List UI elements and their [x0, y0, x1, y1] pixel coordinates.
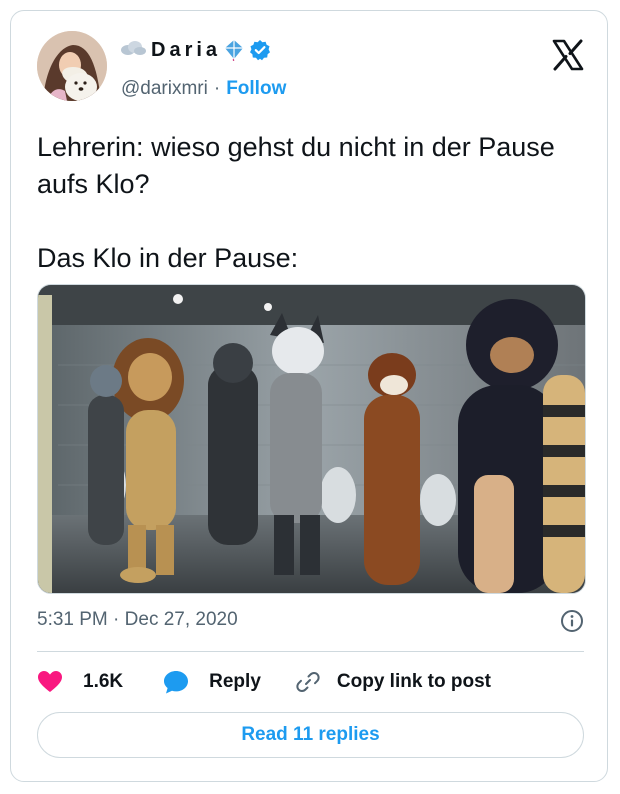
tweet-line-1: Lehrerin: wieso gehst du nicht in der Pa…	[37, 132, 555, 199]
meta-separator: ·	[113, 609, 120, 630]
reply-button[interactable]: Reply	[163, 669, 261, 695]
tweet-meta: 5:31 PM · Dec 27, 2020	[37, 609, 584, 633]
read-replies-button[interactable]: Read 11 replies	[37, 712, 584, 758]
copy-link-label: Copy link to post	[336, 671, 491, 692]
cloud-icon	[119, 40, 147, 61]
verified-badge-icon	[250, 40, 271, 61]
tweet-line-2: Das Klo in der Pause:	[37, 243, 299, 273]
handle-separator: ·	[213, 78, 221, 99]
reply-bubble-icon	[164, 671, 189, 694]
copy-link-button[interactable]: Copy link to post	[295, 669, 491, 695]
author-handle[interactable]: @darixmri	[121, 78, 208, 100]
like-count: 1.6K	[83, 671, 124, 692]
info-icon[interactable]	[560, 609, 584, 633]
heart-icon	[38, 671, 62, 692]
author-name-row[interactable]: Daria	[119, 36, 271, 64]
tweet-text: Lehrerin: wieso gehst du nicht in der Pa…	[37, 129, 577, 277]
divider	[37, 651, 584, 652]
x-logo-icon[interactable]	[551, 38, 585, 72]
author-handle-row: @darixmri · Follow	[121, 78, 286, 100]
avatar[interactable]	[37, 31, 107, 101]
kite-icon	[225, 40, 244, 61]
like-button[interactable]: 1.6K	[37, 669, 123, 695]
tweet-date[interactable]: Dec 27, 2020	[125, 609, 238, 630]
tweet-media-photo[interactable]	[37, 284, 586, 594]
tweet-time[interactable]: 5:31 PM	[37, 609, 108, 630]
follow-button[interactable]: Follow	[226, 78, 286, 100]
tweet-card: Daria @darixmri · Follow Lehrerin: wieso…	[10, 10, 608, 782]
reply-label: Reply	[209, 671, 261, 692]
link-icon	[296, 671, 320, 693]
action-bar: 1.6K Reply Copy link to post	[37, 668, 491, 696]
author-display-name: Daria	[151, 38, 222, 61]
